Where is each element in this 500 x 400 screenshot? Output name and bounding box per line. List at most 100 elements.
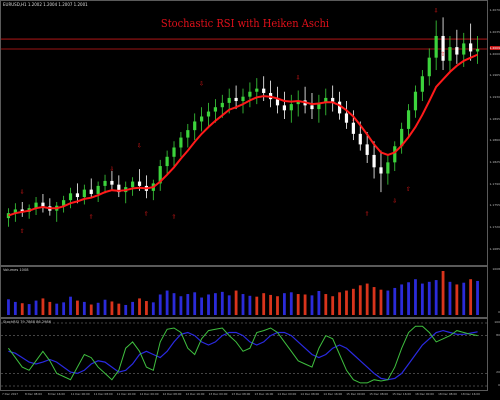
- volume-bar: [20, 303, 24, 315]
- candle-body: [172, 147, 176, 157]
- time-tick-label: 8 Dec 08:00: [24, 392, 42, 396]
- price-tick-label: 1.1720: [489, 225, 500, 230]
- current-price-label: 1.2009: [489, 45, 500, 50]
- candle-body: [427, 57, 431, 77]
- candle-body: [262, 88, 266, 93]
- price-tick-label: 1.1965: [489, 73, 500, 78]
- candle-body: [200, 116, 204, 122]
- volume-bar: [41, 298, 45, 315]
- volume-bar: [282, 293, 286, 315]
- volume-bar: [386, 290, 390, 315]
- time-tick-label: 12 Dec 00:00: [139, 392, 159, 396]
- volume-bar: [200, 297, 204, 315]
- volume-bar: [310, 295, 314, 315]
- price-tick-label: 1.1860: [489, 138, 500, 143]
- price-axis: 1.2070 1.2035 1.2000 1.1965 1.1930 1.1895 1.18…: [488, 0, 500, 266]
- volume-bar: [379, 289, 383, 315]
- candle-body: [227, 97, 231, 103]
- candle-body: [462, 43, 466, 55]
- time-tick-label: 18 Dec 16:00: [461, 392, 480, 396]
- candle-body: [89, 189, 93, 194]
- volume-bar: [365, 283, 369, 315]
- stochrsi-pane[interactable]: StochRSI 79.7868 86.2986: [0, 318, 488, 391]
- time-tick-label: 13 Dec 08:00: [231, 392, 251, 396]
- sell-arrow-icon: ⇩: [351, 116, 356, 123]
- buy-arrow-icon: ⇧: [365, 211, 370, 218]
- candle-body: [365, 144, 369, 155]
- volume-bar: [82, 301, 86, 315]
- candle-body: [413, 91, 418, 111]
- volume-bar: [262, 293, 266, 315]
- time-tick-label: 12 Dec 08:00: [162, 392, 182, 396]
- candle-body: [406, 110, 411, 129]
- sell-arrow-icon: ⇩: [392, 198, 397, 205]
- volume-bar: [441, 271, 445, 315]
- volume-bar: [227, 295, 231, 315]
- volume-bar: [165, 290, 169, 315]
- volume-bar: [138, 298, 141, 315]
- candle-body: [193, 121, 197, 131]
- candle-body: [289, 104, 293, 111]
- volume-bar: [462, 282, 466, 315]
- time-tick-label: 15 Dec 16:00: [392, 392, 411, 396]
- time-tick-label: 8 Dec 16:00: [47, 392, 65, 396]
- stochrsi-chart: [1, 322, 487, 387]
- candle-body: [282, 105, 286, 111]
- time-tick-label: 11 Dec 16:00: [116, 392, 136, 396]
- volume-bar: [393, 287, 397, 315]
- volume-bar: [145, 301, 148, 315]
- sell-arrow-icon: ⇩: [199, 81, 204, 88]
- time-tick-label: 12 Dec 16:00: [185, 392, 205, 396]
- volume-bar: [427, 281, 431, 315]
- volume-bar: [124, 304, 128, 315]
- time-tick-label: 15 Dec 00:00: [346, 392, 366, 396]
- stochrsi-level-label: 100: [494, 320, 500, 324]
- volume-bar: [331, 296, 335, 315]
- volume-pane[interactable]: Volumes 1008: [0, 266, 488, 318]
- time-tick-label: 15 Dec 08:00: [369, 392, 389, 396]
- volume-bar: [131, 301, 135, 315]
- time-axis: 7 Dec 2017 8 Dec 08:00 8 Dec 16:00 11 Dec 0…: [0, 391, 488, 400]
- volume-bar: [76, 300, 79, 315]
- volume-bar: [455, 284, 459, 315]
- candle-body: [337, 101, 342, 114]
- volume-bar: [55, 303, 59, 315]
- candle-body: [469, 43, 473, 52]
- volume-bar: [296, 294, 300, 315]
- sell-arrow-icon: ⇩: [296, 74, 301, 81]
- sell-arrow-icon: ⇩: [434, 7, 439, 14]
- candle-body: [448, 47, 452, 61]
- stochrsi-level-label: 80: [496, 332, 500, 337]
- volume-bar: [448, 281, 452, 315]
- price-tick-label: 1.1930: [489, 94, 500, 99]
- candle-body: [68, 193, 73, 201]
- stochrsi-main-line: [7, 325, 478, 384]
- volume-bar: [34, 300, 38, 315]
- price-chart: ⇩ ⇧ ⇧ ⇩ ⇩ ⇧ ⇧ ⇩ ⇩ ⇩ ⇧ ⇩ ⇧ ⇩ ⇧: [1, 7, 487, 235]
- candle-body: [41, 202, 45, 207]
- price-tick-label: 1.1825: [489, 159, 500, 164]
- volume-bar: [414, 279, 417, 315]
- candle-body: [475, 48, 480, 52]
- price-tick-label: 1.2035: [489, 29, 500, 34]
- time-tick-label: 14 Dec 16:00: [323, 392, 343, 396]
- volume-bar: [269, 294, 272, 315]
- candle-body: [103, 180, 107, 186]
- price-tick-label: 1.2000: [489, 51, 500, 56]
- buy-arrow-icon: ⇧: [144, 211, 149, 218]
- volume-bar: [186, 294, 190, 315]
- volume-bar: [372, 287, 376, 315]
- buy-arrow-icon: ⇧: [171, 214, 176, 221]
- candle-body: [165, 156, 169, 167]
- price-pane[interactable]: EURUSD,H1 1.2002 1.2004 1.2007 1.2001 St…: [0, 0, 488, 266]
- volume-bar: [158, 294, 162, 315]
- candle-body: [186, 130, 190, 138]
- sell-arrow-icon: ⇩: [109, 166, 114, 173]
- volume-bar: [400, 284, 404, 315]
- stochrsi-signal-line: [8, 329, 478, 381]
- price-tick-label: 1.1685: [489, 246, 500, 251]
- time-tick-label: 7 Dec 2017: [2, 392, 19, 396]
- volume-bar: [13, 301, 17, 315]
- candle-body: [82, 189, 86, 198]
- volume-bar: [117, 303, 121, 315]
